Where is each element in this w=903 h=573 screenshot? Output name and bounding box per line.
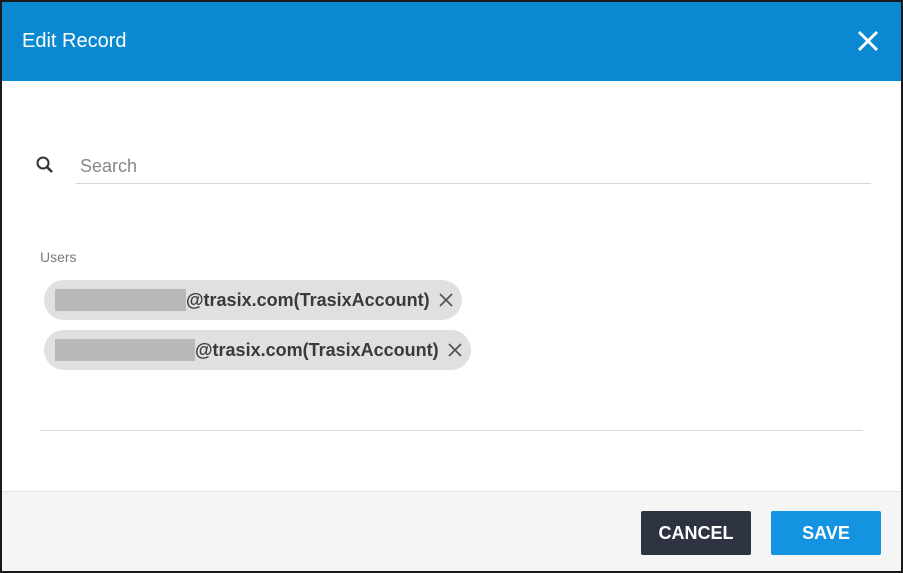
redacted-username — [55, 339, 195, 361]
user-chip: @trasix.com(TrasixAccount) — [44, 330, 471, 370]
close-icon[interactable] — [857, 30, 879, 52]
save-button[interactable]: SAVE — [771, 511, 881, 555]
dialog-footer: CANCEL SAVE — [2, 491, 901, 571]
edit-record-dialog: Edit Record Users @trasix.com(TrasixAcco… — [0, 0, 903, 573]
users-label: Users — [40, 249, 77, 265]
remove-chip-icon[interactable] — [447, 342, 463, 358]
user-chip-label: @trasix.com(TrasixAccount) — [195, 339, 439, 360]
dialog-title: Edit Record — [22, 30, 127, 52]
users-field-underline — [40, 430, 863, 431]
dialog-header: Edit Record — [2, 2, 901, 81]
remove-chip-icon[interactable] — [438, 292, 454, 308]
user-chip: @trasix.com(TrasixAccount) — [44, 280, 462, 320]
search-icon — [35, 155, 55, 175]
cancel-button[interactable]: CANCEL — [641, 511, 751, 555]
redacted-username — [55, 289, 186, 311]
user-chip-label: @trasix.com(TrasixAccount) — [186, 289, 430, 310]
search-input[interactable] — [76, 150, 871, 184]
